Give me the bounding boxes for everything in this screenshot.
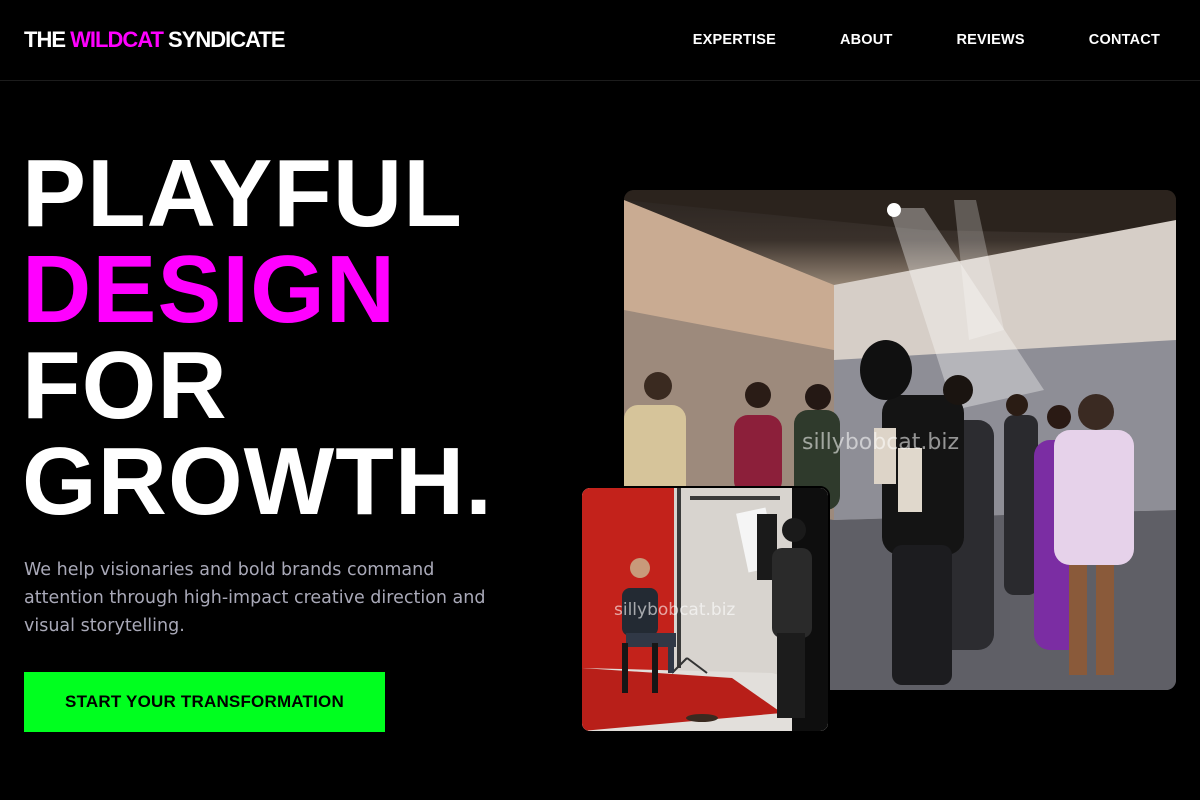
headline-line-playful: PLAYFUL bbox=[22, 140, 463, 247]
headline-line-for: FOR bbox=[22, 332, 228, 439]
brand-part-syndicate: SYNDICATE bbox=[162, 27, 285, 52]
headline-line-design: DESIGN bbox=[22, 236, 397, 343]
inset-photo-studio: sillybobcat.biz bbox=[580, 486, 830, 733]
brand-logo[interactable]: THE WILDCAT SYNDICATE bbox=[24, 26, 286, 54]
brand-part-wildcat: WILDCAT bbox=[70, 27, 164, 52]
nav-link-contact[interactable]: CONTACT bbox=[1089, 30, 1160, 50]
start-transformation-button[interactable]: START YOUR TRANSFORMATION bbox=[24, 672, 385, 732]
nav-link-expertise[interactable]: EXPERTISE bbox=[693, 30, 776, 50]
inset-photo-watermark: sillybobcat.biz bbox=[614, 600, 736, 620]
headline-line-growth: GROWTH. bbox=[22, 428, 493, 535]
main-photo-watermark: sillybobcat.biz bbox=[802, 430, 960, 455]
site-header: THE WILDCAT SYNDICATE EXPERTISE ABOUT RE… bbox=[0, 0, 1200, 81]
hero-subtext: We help visionaries and bold brands comm… bbox=[24, 560, 486, 636]
main-nav: EXPERTISE ABOUT REVIEWS CONTACT bbox=[693, 30, 1160, 50]
nav-link-about[interactable]: ABOUT bbox=[840, 30, 893, 50]
page: THE WILDCAT SYNDICATE EXPERTISE ABOUT RE… bbox=[0, 0, 1200, 800]
hero-headline: PLAYFUL DESIGN FOR GROWTH. bbox=[22, 146, 493, 530]
nav-link-reviews[interactable]: REVIEWS bbox=[957, 30, 1025, 50]
brand-part-the: THE bbox=[24, 27, 71, 52]
